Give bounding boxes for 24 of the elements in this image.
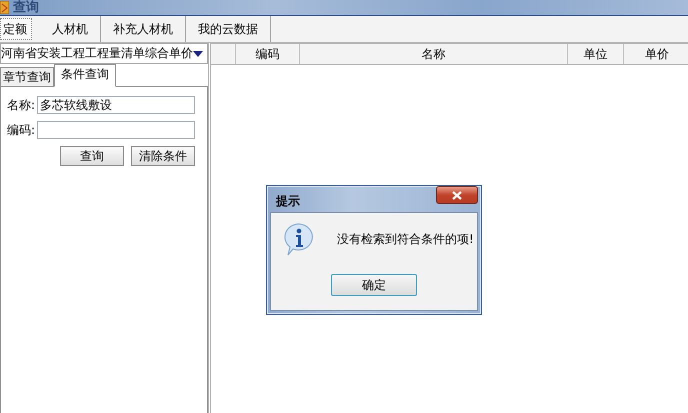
tab[interactable]: 定额 bbox=[0, 18, 32, 40]
form-button[interactable]: 清除条件 bbox=[131, 146, 195, 166]
app-icon bbox=[0, 1, 9, 14]
dialog-title: 提示 bbox=[276, 192, 300, 210]
ok-button[interactable]: 确定 bbox=[331, 274, 417, 296]
tab[interactable]: 条件查询 bbox=[54, 64, 116, 87]
info-icon bbox=[283, 222, 315, 256]
window-title: 查询 bbox=[13, 0, 39, 15]
input-field[interactable] bbox=[37, 121, 195, 139]
close-button[interactable] bbox=[436, 186, 478, 204]
form-button[interactable]: 查询 bbox=[60, 146, 124, 166]
tab[interactable]: 章节查询 bbox=[0, 67, 54, 86]
dialog-message: 没有检索到符合条件的项! bbox=[337, 230, 474, 248]
dropdown-arrow-icon bbox=[193, 50, 203, 56]
column-header[interactable]: 单位 bbox=[568, 44, 624, 64]
library-dropdown[interactable]: 河南省安装工程工程量清单综合单价 bbox=[0, 43, 208, 64]
field-label: 编码: bbox=[6, 122, 35, 138]
column-header[interactable]: 编码 bbox=[236, 44, 300, 64]
column-header[interactable]: 名称 bbox=[300, 44, 568, 64]
field-label: 名称: bbox=[6, 96, 35, 114]
close-icon bbox=[452, 190, 462, 200]
column-header[interactable]: 单价 bbox=[624, 44, 688, 64]
input-field[interactable]: 多芯软线敷设 bbox=[37, 96, 195, 114]
dropdown-value: 河南省安装工程工程量清单综合单价 bbox=[1, 45, 193, 62]
